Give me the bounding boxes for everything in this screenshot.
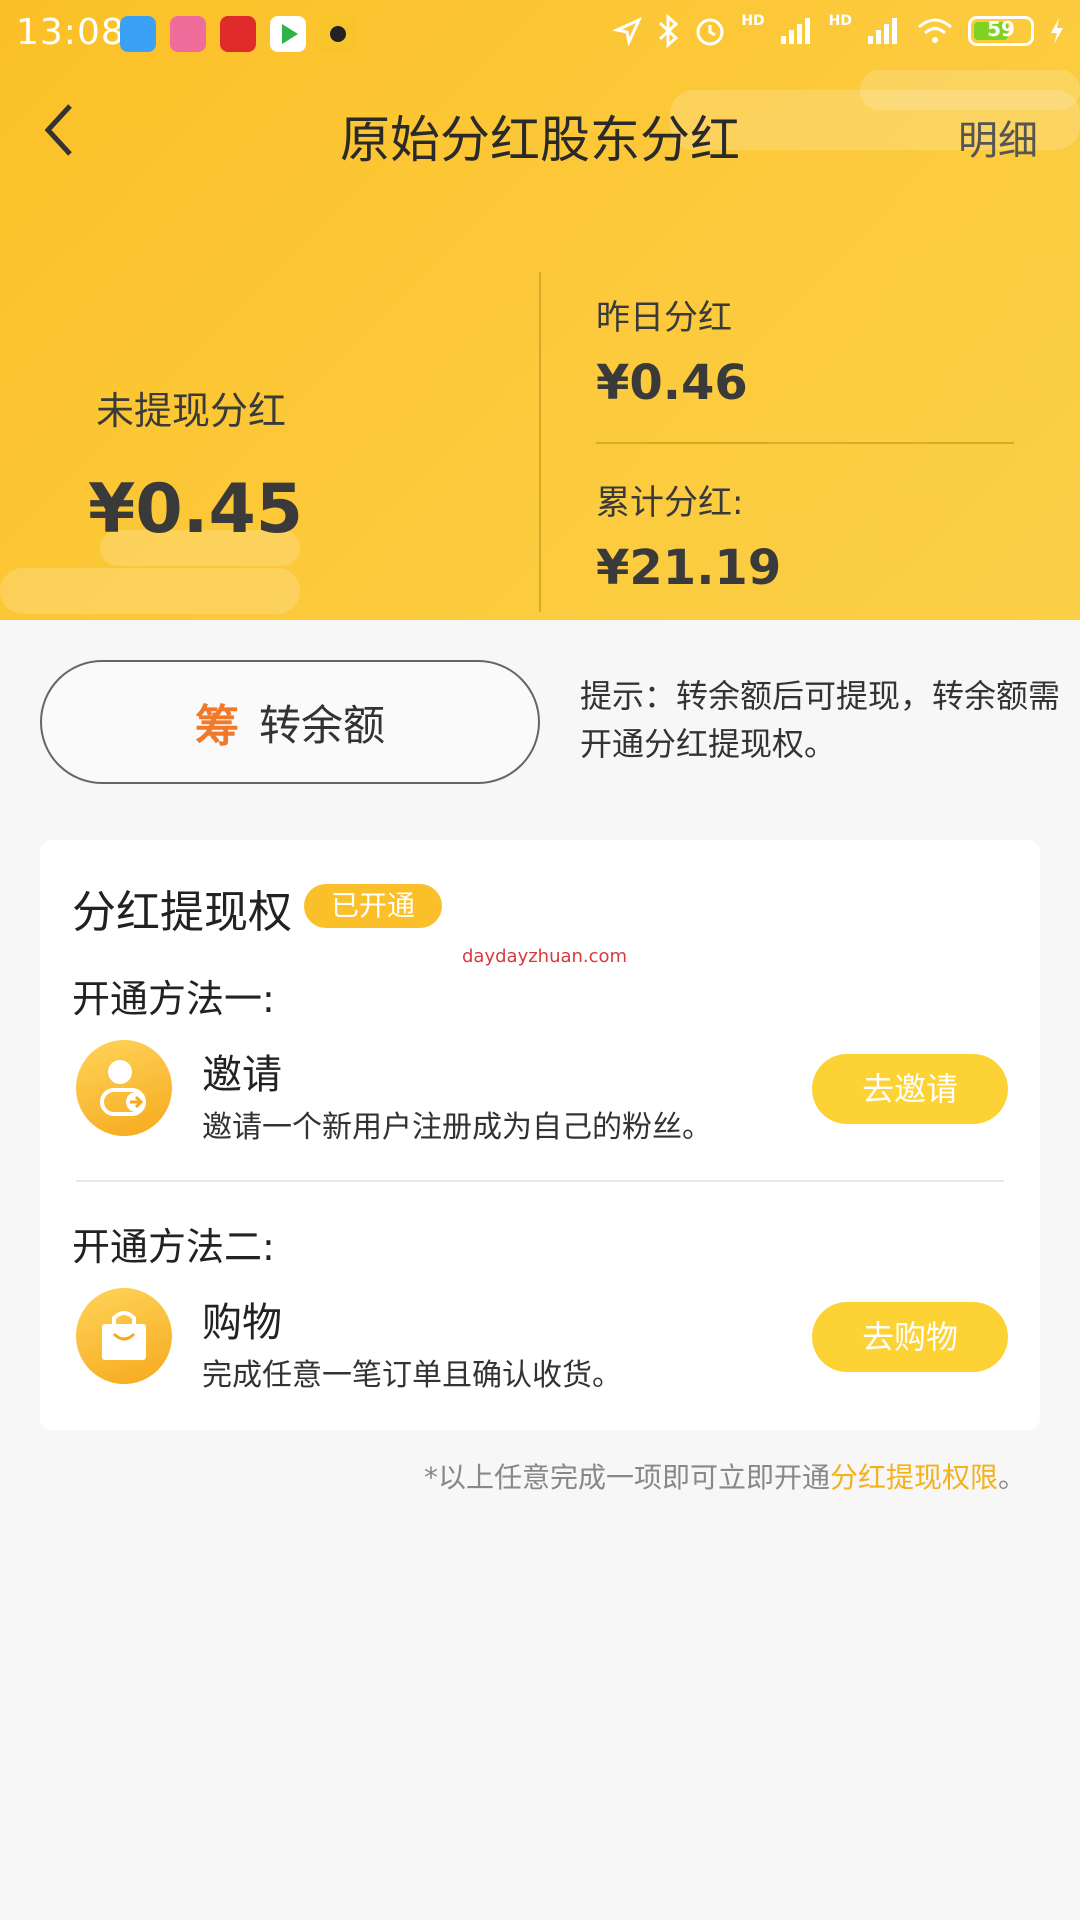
invite-user-icon — [76, 1040, 172, 1136]
alarm-icon — [696, 18, 724, 46]
total-value: ¥21.19 — [596, 540, 782, 596]
transfer-balance-button[interactable]: 筹 转余额 — [40, 660, 540, 784]
cloud-app-icon — [120, 16, 156, 52]
watermark-text: daydayzhuan.com — [462, 946, 628, 967]
footnote: *以上任意完成一项即可立即开通分红提现权限。 — [424, 1456, 1026, 1496]
header-banner: 13:08 HD HD 59 原始分红股东分红 明细 未提现分红 ¥0.45 昨… — [0, 0, 1080, 620]
footnote-prefix: *以上任意完成一项即可立即开通 — [423, 1461, 830, 1494]
signal-icon — [780, 18, 810, 44]
total-label: 累计分红: — [596, 483, 744, 523]
detail-link[interactable]: 明细 — [958, 108, 1038, 166]
stats-divider — [539, 272, 541, 612]
signal-icon — [868, 18, 897, 44]
charging-icon — [1051, 18, 1063, 44]
shop-button[interactable]: 去购物 — [812, 1302, 1008, 1372]
status-icons: HD HD 59 — [613, 13, 1066, 48]
method2-title: 开通方法二: — [72, 1225, 275, 1269]
hd-label: HD — [741, 13, 765, 29]
shopping-bag-icon — [76, 1288, 172, 1384]
unwithdrawn-value: ¥0.45 — [88, 470, 304, 549]
coin-icon: 筹 — [194, 701, 239, 752]
battery-icon: 59 — [968, 16, 1034, 46]
card-divider — [76, 1180, 1004, 1182]
status-bar: 13:08 HD HD 59 — [0, 0, 1080, 70]
transfer-label: 转余额 — [258, 700, 385, 750]
withdraw-permission-card: 分红提现权 已开通 daydayzhuan.com 开通方法一: 邀请 邀请一个… — [40, 840, 1040, 1430]
wifi-icon — [918, 18, 952, 43]
sun-app-icon — [320, 16, 356, 52]
stats-divider — [596, 442, 1014, 444]
unwithdrawn-label: 未提现分红 — [96, 389, 287, 433]
card-title: 分红提现权 — [72, 887, 292, 938]
hd-label: HD — [828, 13, 852, 29]
bluetooth-icon — [659, 14, 679, 48]
method1-desc: 邀请一个新用户注册成为自己的粉丝。 — [202, 1110, 712, 1145]
bilibili-app-icon — [170, 16, 206, 52]
cloud-decoration — [0, 568, 300, 614]
status-time: 13:08 — [16, 12, 125, 53]
yesterday-value: ¥0.46 — [596, 355, 748, 411]
method1-name: 邀请 — [202, 1052, 282, 1098]
method1-title: 开通方法一: — [72, 977, 275, 1021]
footnote-highlight[interactable]: 分红提现权限 — [830, 1461, 998, 1494]
invite-button[interactable]: 去邀请 — [812, 1054, 1008, 1124]
footnote-suffix: 。 — [997, 1461, 1026, 1494]
page-title: 原始分红股东分红 — [340, 111, 740, 169]
transfer-tip: 提示：转余额后可提现，转余额需开通分红提现权。 — [580, 677, 1061, 763]
toutiao-app-icon — [220, 16, 256, 52]
video-app-icon — [270, 16, 306, 52]
status-badge: 已开通 — [304, 884, 442, 928]
yesterday-label: 昨日分红 — [596, 298, 732, 338]
method2-name: 购物 — [202, 1300, 282, 1346]
method2-desc: 完成任意一笔订单且确认收货。 — [202, 1358, 622, 1393]
location-icon — [613, 16, 643, 46]
